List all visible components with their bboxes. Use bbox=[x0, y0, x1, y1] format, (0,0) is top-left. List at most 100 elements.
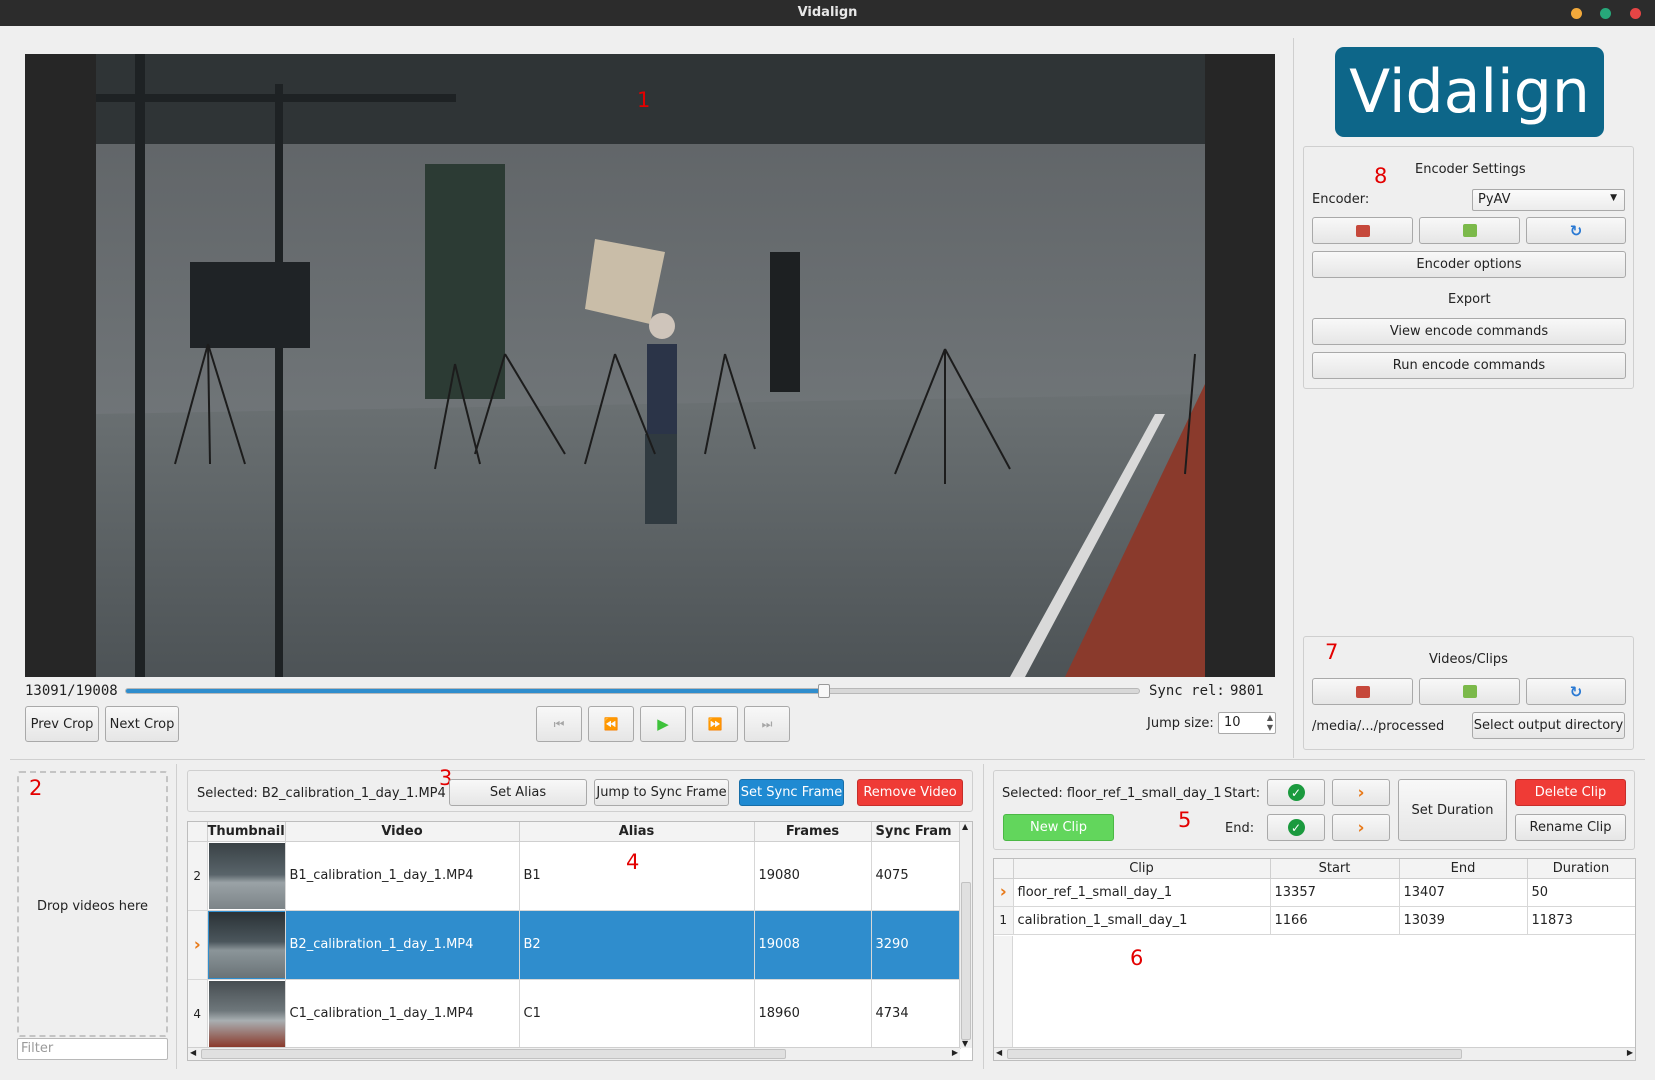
fast-forward-button[interactable]: ⏩ bbox=[692, 706, 738, 742]
window-title: Vidalign bbox=[797, 5, 858, 20]
table-row[interactable]: › floor_ref_1_small_day_1 13357 13407 50 bbox=[994, 878, 1635, 907]
view-encode-commands-button[interactable]: View encode commands bbox=[1312, 318, 1626, 345]
table-row[interactable]: 2 B1_calibration_1_day_1.MP4 B1 19080 40… bbox=[188, 841, 961, 911]
row-number: 1 bbox=[994, 906, 1014, 935]
encoder-refresh-button[interactable]: ↻ bbox=[1526, 217, 1626, 244]
remove-video-button[interactable]: Remove Video bbox=[857, 779, 963, 806]
lower-panel-divider bbox=[10, 759, 1645, 760]
encoder-save-button[interactable] bbox=[1419, 217, 1520, 244]
rename-clip-button[interactable]: Rename Clip bbox=[1515, 814, 1626, 841]
run-encode-commands-button[interactable]: Run encode commands bbox=[1312, 352, 1626, 379]
jump-size-label: Jump size: bbox=[1147, 716, 1214, 731]
videos-load-button[interactable] bbox=[1312, 678, 1413, 705]
skip-end-icon: ⏭ bbox=[761, 716, 773, 731]
scroll-right-icon[interactable]: ▶ bbox=[952, 1048, 958, 1057]
skip-end-button[interactable]: ⏭ bbox=[744, 706, 790, 742]
timeline-fill bbox=[126, 689, 824, 693]
minimize-button[interactable] bbox=[1571, 8, 1582, 19]
column-header[interactable]: Start bbox=[1270, 859, 1400, 879]
scroll-left-icon[interactable]: ◀ bbox=[996, 1048, 1002, 1057]
video-viewer[interactable]: 1 bbox=[25, 54, 1275, 677]
column-header[interactable]: Sync Fram bbox=[871, 822, 961, 842]
column-header[interactable]: Video bbox=[285, 822, 520, 842]
drop-zone[interactable]: Drop videos here bbox=[17, 771, 168, 1037]
set-end-button[interactable]: ✓ bbox=[1267, 814, 1325, 841]
table-row[interactable]: 1 calibration_1_small_day_1 1166 13039 1… bbox=[994, 906, 1635, 935]
rewind-button[interactable]: ⏪ bbox=[588, 706, 634, 742]
save-green-icon bbox=[1462, 224, 1477, 237]
scroll-thumb[interactable] bbox=[1007, 1049, 1462, 1059]
jump-size-spinbox[interactable]: 10 ▲ ▼ bbox=[1218, 712, 1276, 734]
videos-clips-title: Videos/Clips bbox=[1429, 652, 1508, 667]
scroll-right-icon[interactable]: ▶ bbox=[1627, 1048, 1633, 1057]
selected-clip-label: Selected: floor_ref_1_small_day_1 bbox=[1002, 786, 1222, 801]
skip-start-icon: ⏮ bbox=[553, 716, 565, 731]
skip-start-button[interactable]: ⏮ bbox=[536, 706, 582, 742]
dropzone-divider bbox=[176, 764, 177, 1069]
table-row[interactable]: 4 C1_calibration_1_day_1.MP4 C1 18960 47… bbox=[188, 979, 961, 1049]
encoder-select[interactable]: PyAV ▼ bbox=[1472, 189, 1625, 211]
sync-cell: 4075 bbox=[871, 841, 961, 911]
end-cell: 13039 bbox=[1399, 906, 1528, 935]
marker-6: 6 bbox=[1130, 946, 1144, 970]
video-table: Thumbnail Video Alias Frames Sync Fram 2… bbox=[187, 821, 973, 1061]
prev-crop-button[interactable]: Prev Crop bbox=[25, 706, 99, 742]
clips-table: Clip Start End Duration › floor_ref_1_sm… bbox=[993, 858, 1636, 1061]
video-table-hscrollbar[interactable]: ◀ ▶ bbox=[188, 1047, 960, 1060]
sync-rel-label: Sync rel: bbox=[1149, 683, 1225, 699]
column-header[interactable]: Duration bbox=[1527, 859, 1635, 879]
rewind-icon: ⏪ bbox=[603, 717, 619, 731]
delete-clip-button[interactable]: Delete Clip bbox=[1515, 779, 1626, 806]
scroll-left-icon[interactable]: ◀ bbox=[190, 1048, 196, 1057]
column-header[interactable]: End bbox=[1399, 859, 1528, 879]
alias-cell: B2 bbox=[519, 910, 755, 980]
scroll-down-icon[interactable]: ▼ bbox=[962, 1039, 968, 1048]
video-cell: B2_calibration_1_day_1.MP4 bbox=[285, 910, 520, 980]
export-label: Export bbox=[1448, 292, 1491, 307]
chevron-right-icon: › bbox=[193, 934, 201, 955]
set-duration-button[interactable]: Set Duration bbox=[1398, 779, 1507, 841]
select-output-directory-button[interactable]: Select output directory bbox=[1472, 712, 1625, 739]
jump-to-sync-frame-button[interactable]: Jump to Sync Frame bbox=[594, 779, 729, 806]
scroll-up-icon[interactable]: ▲ bbox=[962, 822, 968, 831]
alias-cell: C1 bbox=[519, 979, 755, 1049]
filter-input[interactable]: Filter bbox=[17, 1038, 168, 1060]
new-clip-button[interactable]: New Clip bbox=[1003, 814, 1114, 841]
go-to-start-button[interactable]: › bbox=[1332, 779, 1390, 806]
column-header[interactable]: Clip bbox=[1013, 859, 1271, 879]
video-frame bbox=[96, 54, 1205, 677]
videos-save-button[interactable] bbox=[1419, 678, 1520, 705]
set-sync-frame-button[interactable]: Set Sync Frame bbox=[739, 779, 844, 806]
chevron-right-icon: › bbox=[1357, 782, 1365, 803]
folder-red-icon bbox=[1355, 685, 1370, 698]
video-table-vscrollbar[interactable]: ▲ ▼ bbox=[959, 822, 972, 1048]
video-thumbnail bbox=[208, 980, 284, 1047]
table-row-selected[interactable]: › B2_calibration_1_day_1.MP4 B2 19008 32… bbox=[188, 910, 961, 980]
start-label: Start: bbox=[1224, 786, 1261, 801]
encoder-options-button[interactable]: Encoder options bbox=[1312, 251, 1626, 278]
chevron-right-icon: › bbox=[1357, 817, 1365, 838]
frames-cell: 19080 bbox=[754, 841, 872, 911]
videos-refresh-button[interactable]: ↻ bbox=[1526, 678, 1626, 705]
column-header[interactable]: Thumbnail bbox=[207, 822, 286, 842]
end-label: End: bbox=[1225, 821, 1255, 836]
spin-arrows-icon[interactable]: ▲ ▼ bbox=[1267, 713, 1273, 733]
set-start-button[interactable]: ✓ bbox=[1267, 779, 1325, 806]
set-alias-button[interactable]: Set Alias bbox=[449, 779, 587, 806]
close-button[interactable] bbox=[1630, 8, 1641, 19]
encoder-load-button[interactable] bbox=[1312, 217, 1413, 244]
logo-text: Vidalign bbox=[1349, 57, 1590, 127]
clips-table-hscrollbar[interactable]: ◀ ▶ bbox=[994, 1047, 1635, 1060]
go-to-end-button[interactable]: › bbox=[1332, 814, 1390, 841]
play-button[interactable]: ▶ bbox=[640, 706, 686, 742]
timeline-slider[interactable] bbox=[125, 684, 1140, 698]
marker-8: 8 bbox=[1374, 164, 1388, 188]
column-header[interactable]: Alias bbox=[519, 822, 755, 842]
timeline-handle[interactable] bbox=[817, 684, 830, 698]
scroll-thumb[interactable] bbox=[961, 882, 971, 1040]
play-icon: ▶ bbox=[657, 715, 669, 733]
scroll-thumb[interactable] bbox=[201, 1049, 786, 1059]
maximize-button[interactable] bbox=[1600, 8, 1611, 19]
column-header[interactable]: Frames bbox=[754, 822, 872, 842]
next-crop-button[interactable]: Next Crop bbox=[105, 706, 179, 742]
